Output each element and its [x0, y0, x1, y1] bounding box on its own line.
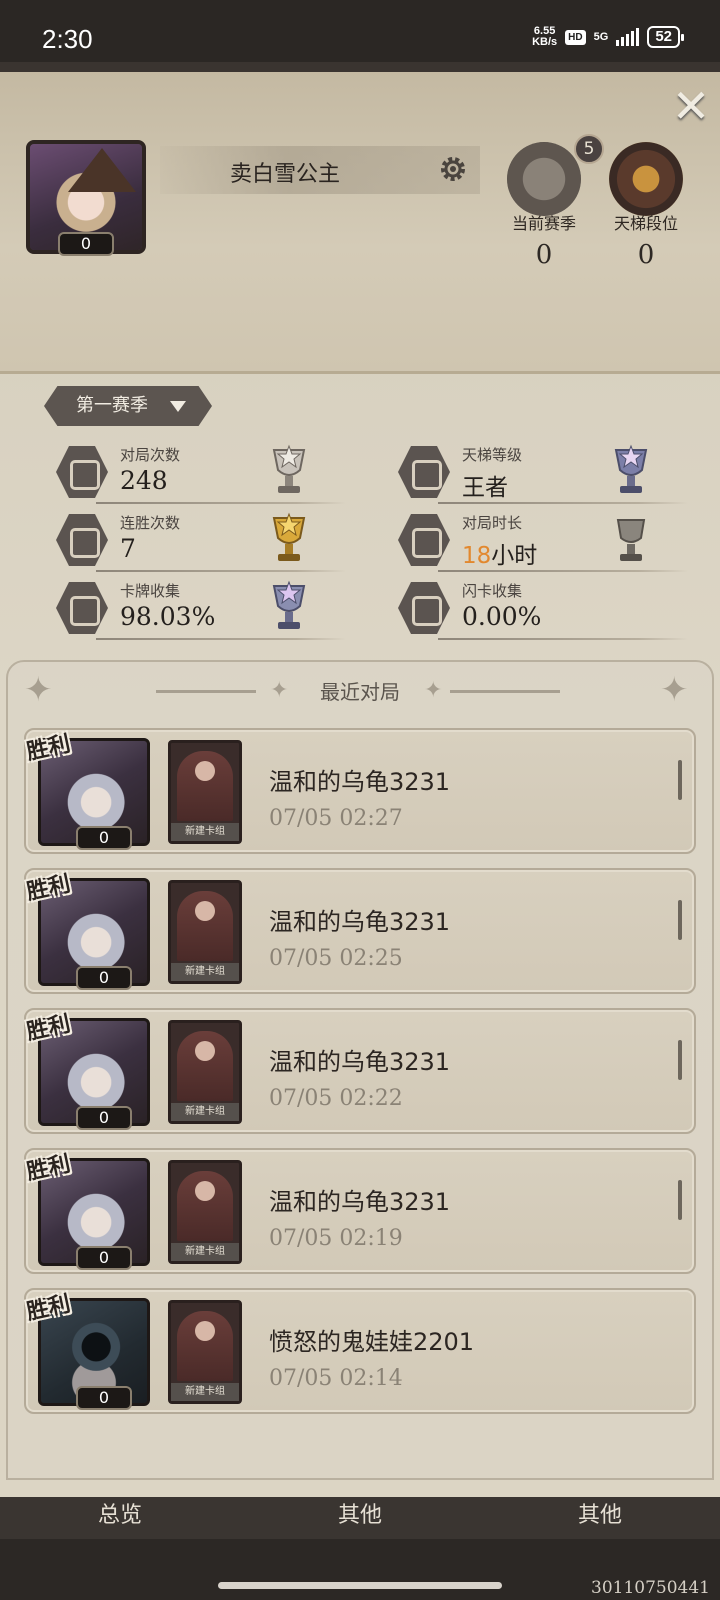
match-level: 0	[76, 826, 132, 850]
match-time: 07/05 02:19	[269, 1226, 403, 1251]
status-icons: 6.55 KB/s HD 5G 52	[532, 25, 684, 48]
match-level: 0	[76, 1386, 132, 1410]
sparkle-icon: ✦	[660, 670, 689, 710]
network-type: 5G	[593, 31, 609, 43]
deck-card: 新建卡组	[168, 1160, 242, 1264]
swords-icon	[56, 446, 108, 498]
opponent-name: 温和的乌龟3231	[269, 768, 451, 796]
deck-card: 新建卡组	[168, 740, 242, 844]
grey-trophy-icon	[616, 519, 646, 561]
ladder-rank-badge[interactable]: 天梯段位 0	[606, 142, 686, 270]
stat-card-collection: 卡牌收集 98.03%	[56, 580, 346, 640]
player-name: 卖白雪公主	[230, 162, 341, 187]
star-decoration-icon: ✦	[424, 678, 443, 703]
opponent-name: 温和的乌龟3231	[269, 1188, 451, 1216]
match-row[interactable]: 胜利 0 新建卡组 温和的乌龟3231 07/05 02:25	[24, 868, 696, 994]
current-season-badge[interactable]: 当前赛季 0	[504, 142, 584, 270]
match-level: 0	[76, 1246, 132, 1270]
crystal-trophy-icon	[614, 444, 648, 493]
opponent-name: 温和的乌龟3231	[269, 908, 451, 936]
stat-ladder-level: 天梯等级 王者	[398, 444, 688, 504]
match-row[interactable]: 胜利 0 新建卡组 温和的乌龟3231 07/05 02:27	[24, 728, 696, 854]
tab-other-2[interactable]: 其他	[480, 1497, 720, 1539]
witch-hat-icon	[68, 148, 136, 192]
season-dropdown[interactable]: 第一赛季	[44, 386, 212, 426]
deck-card: 新建卡组	[168, 1300, 242, 1404]
match-time: 07/05 02:14	[269, 1366, 403, 1391]
match-row[interactable]: 胜利 0 新建卡组 愤怒的鬼娃娃2201 07/05 02:14	[24, 1288, 696, 1414]
stat-play-time: 对局时长 18小时	[398, 512, 688, 572]
bottom-tab-bar: 总览 其他 其他	[0, 1497, 720, 1539]
stat-win-streak: 连胜次数 7	[56, 512, 346, 572]
home-indicator[interactable]	[218, 1582, 502, 1589]
network-speed: 6.55 KB/s	[532, 25, 558, 48]
caret-down-icon	[170, 401, 186, 412]
signal-icon	[616, 28, 640, 46]
tab-overview[interactable]: 总览	[0, 1497, 240, 1539]
match-level: 0	[76, 1106, 132, 1130]
crown-icon	[398, 446, 450, 498]
recent-matches-title: 最近对局	[320, 680, 400, 704]
stat-flash-card-collection: 闪卡收集 0.00%	[398, 580, 688, 640]
status-time: 2:30	[42, 24, 93, 54]
gear-icon[interactable]	[438, 154, 468, 184]
status-bar: 2:30 6.55 KB/s HD 5G 52	[0, 0, 720, 62]
clock-icon	[398, 514, 450, 566]
crown-level-badge: 5	[574, 134, 604, 164]
close-button[interactable]: ✕	[670, 83, 712, 129]
stat-match-count: 对局次数 248	[56, 444, 346, 504]
match-time: 07/05 02:27	[269, 806, 403, 831]
hd-icon: HD	[565, 29, 586, 45]
streak-icon	[56, 514, 108, 566]
match-level: 0	[76, 966, 132, 990]
match-time: 07/05 02:22	[269, 1086, 403, 1111]
shield-icon	[507, 142, 581, 216]
match-time: 07/05 02:25	[269, 946, 403, 971]
deck-card: 新建卡组	[168, 880, 242, 984]
player-level: 0	[58, 232, 114, 256]
hourglass-icon	[609, 142, 683, 216]
opponent-name: 愤怒的鬼娃娃2201	[269, 1328, 475, 1356]
card-icon	[56, 582, 108, 634]
crystal-trophy-icon	[272, 580, 306, 629]
opponent-name: 温和的乌龟3231	[269, 1048, 451, 1076]
user-id: 30110750441	[591, 1578, 710, 1598]
silver-trophy-icon	[272, 444, 306, 493]
sparkle-icon: ✦	[24, 670, 53, 710]
battery-icon: 52	[647, 26, 684, 48]
match-row[interactable]: 胜利 0 新建卡组 温和的乌龟3231 07/05 02:19	[24, 1148, 696, 1274]
match-row[interactable]: 胜利 0 新建卡组 温和的乌龟3231 07/05 02:22	[24, 1008, 696, 1134]
gold-trophy-icon	[272, 512, 306, 561]
tab-other-1[interactable]: 其他	[240, 1497, 480, 1539]
flash-card-icon	[398, 582, 450, 634]
deck-card: 新建卡组	[168, 1020, 242, 1124]
